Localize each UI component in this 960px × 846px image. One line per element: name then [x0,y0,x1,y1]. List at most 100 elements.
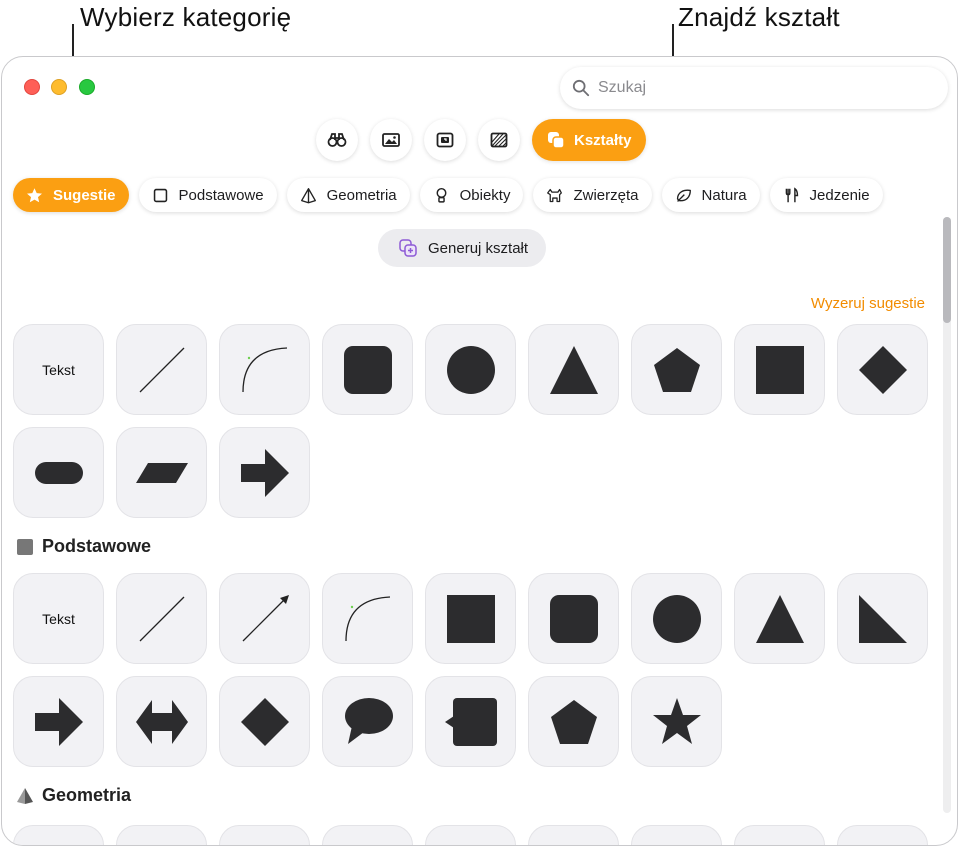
shape-tile-curve[interactable] [322,573,413,664]
shape-tile-circle[interactable] [425,324,516,415]
text-shape-label: Tekst [42,610,75,627]
right-triangle-shape-icon [858,594,907,643]
shape-tile[interactable] [13,825,104,845]
category-label: Sugestie [53,186,116,204]
pill-shape-icon [34,461,83,484]
speech-bubble-shape-icon [344,697,393,744]
shape-tile-speech-bubble[interactable] [322,676,413,767]
category-label: Natura [701,186,747,204]
category-food[interactable]: Jedzenie [769,178,883,212]
category-label: Jedzenie [809,186,870,204]
shape-tile-pentagon[interactable] [631,324,722,415]
category-nature[interactable]: Natura [661,178,760,212]
photo-icon [382,133,400,147]
shape-tile-right-triangle[interactable] [837,573,928,664]
dog-icon [547,188,563,202]
category-label: Zwierzęta [573,186,639,204]
triangle-shape-icon [549,345,598,394]
shape-tile-arrow-line[interactable] [219,573,310,664]
shape-tile-diamond[interactable] [837,324,928,415]
square-shape-icon [755,345,804,394]
shape-tile-pill[interactable] [13,427,104,518]
shape-tile-pentagon[interactable] [528,676,619,767]
mode-shapes-button[interactable]: Kształty [532,119,646,161]
square-shape-icon [446,594,495,643]
shape-tile-text[interactable]: Tekst [13,573,104,664]
shape-tile[interactable] [837,825,928,845]
shape-tile-rounded-square[interactable] [528,573,619,664]
shape-tile-triangle[interactable] [528,324,619,415]
diamond-shape-icon [240,697,289,746]
shape-tile-parallelogram[interactable] [116,427,207,518]
shape-tile-callout-square[interactable] [425,676,516,767]
close-window-button[interactable] [24,79,40,95]
callout-square-shape-icon [444,697,497,746]
shape-tile-star[interactable] [631,676,722,767]
generate-shape-icon [399,239,417,257]
circle-shape-icon [446,345,495,394]
generate-shape-button[interactable]: Generuj kształt [378,229,547,267]
reset-suggestions-link[interactable]: Wyzeruj sugestie [811,295,925,312]
category-geometry[interactable]: Geometria [286,178,410,212]
section-title-geometry: Geometria [16,785,131,806]
shape-tile-text[interactable]: Tekst [13,324,104,415]
vertical-scrollbar[interactable] [941,215,953,815]
sticker-icon [436,132,454,148]
category-label: Podstawowe [178,186,264,204]
category-basic[interactable]: Podstawowe [138,178,277,212]
shape-tile[interactable] [528,825,619,845]
shape-tile-diamond[interactable] [219,676,310,767]
shape-tile-rounded-square[interactable] [322,324,413,415]
texture-icon [490,132,508,148]
shape-tile-line[interactable] [116,324,207,415]
shape-tile-curve[interactable] [219,324,310,415]
shape-tile[interactable] [631,825,722,845]
mode-stickers-button[interactable] [424,119,466,161]
shape-tile-triangle[interactable] [734,573,825,664]
shape-tile-double-arrow[interactable] [116,676,207,767]
line-shape-icon [139,596,184,641]
section-title-basic-label: Podstawowe [42,536,152,556]
category-suggestions[interactable]: Sugestie [13,178,129,212]
mode-textures-button[interactable] [478,119,520,161]
mode-photos-button[interactable] [370,119,412,161]
pentagon-shape-icon [550,699,597,744]
category-label: Obiekty [459,186,511,204]
category-animals[interactable]: Zwierzęta [533,178,652,212]
line-shape-icon [139,347,184,392]
circle-shape-icon [652,594,701,643]
shape-tile[interactable] [322,825,413,845]
shape-tile-line[interactable] [116,573,207,664]
section-title-basic: Podstawowe [16,536,151,557]
shape-tile-circle[interactable] [631,573,722,664]
square-icon [153,188,167,202]
zoom-window-button[interactable] [79,79,95,95]
binoculars-icon [327,133,347,147]
shape-tile[interactable] [734,825,825,845]
double-arrow-shape-icon [135,699,188,744]
arrow-right-shape-icon [34,697,83,746]
star-icon [27,187,42,202]
star-shape-icon [652,697,701,744]
search-field[interactable] [560,67,948,109]
shape-tile-arrow-right[interactable] [219,427,310,518]
shape-tile[interactable] [425,825,516,845]
pyramid-icon [17,787,33,804]
shape-tile-square[interactable] [734,324,825,415]
basic-shapes-grid: Tekst [13,573,928,767]
square-icon [17,538,33,555]
shape-tile-square[interactable] [425,573,516,664]
mode-find-button[interactable] [316,119,358,161]
lightbulb-icon [436,187,447,203]
search-input[interactable] [598,79,918,97]
media-mode-bar: Kształty [316,119,646,161]
shape-tile-arrow-right[interactable] [13,676,104,767]
pyramid-icon [300,187,316,203]
scrollbar-thumb[interactable] [943,217,951,323]
shape-tile[interactable] [219,825,310,845]
arrow-right-shape-icon [240,448,289,497]
callout-find-shape: Znajdź kształt [678,2,840,32]
shape-tile[interactable] [116,825,207,845]
minimize-window-button[interactable] [51,79,67,95]
category-objects[interactable]: Obiekty [419,178,524,212]
